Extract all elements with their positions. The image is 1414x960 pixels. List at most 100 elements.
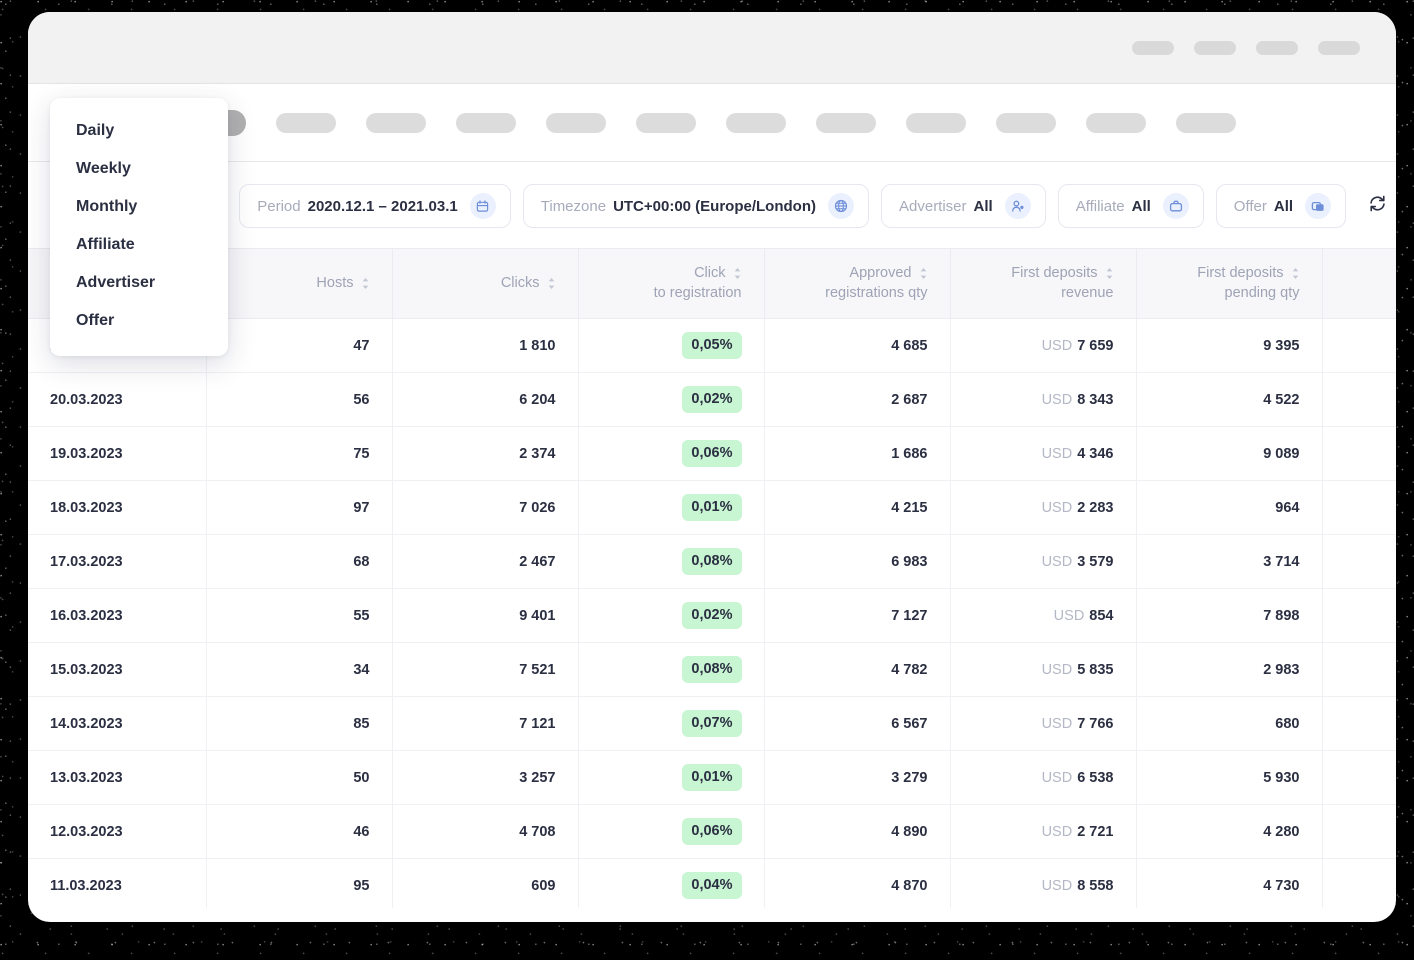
cell-clicks: 7 521 <box>392 643 578 697</box>
cell-date: 18.03.2023 <box>28 481 206 535</box>
table-row[interactable]: 17.03.2023682 4670,08%6 983USD3 5793 714 <box>28 535 1396 589</box>
refresh-button[interactable]: R <box>1368 194 1396 218</box>
column-header-hosts[interactable]: Hosts <box>206 249 392 319</box>
dropdown-option-weekly[interactable]: Weekly <box>50 150 228 188</box>
cell-hosts: 46 <box>206 805 392 859</box>
sort-icon[interactable] <box>919 267 928 280</box>
column-subtitle-reg: registrations qty <box>787 284 928 304</box>
cell-date: 12.03.2023 <box>28 805 206 859</box>
cell-reg: 1 686 <box>764 427 950 481</box>
dropdown-option-daily[interactable]: Daily <box>50 112 228 150</box>
cell-click-to-registration: 0,02% <box>578 589 764 643</box>
nav-tab-2[interactable] <box>366 113 426 133</box>
filter-chip-offer[interactable]: OfferAll <box>1216 184 1346 228</box>
cell-last <box>1322 805 1396 859</box>
cell-reg: 4 215 <box>764 481 950 535</box>
dropdown-option-affiliate[interactable]: Affiliate <box>50 226 228 264</box>
table-row[interactable]: 19.03.2023752 3740,06%1 686USD4 3469 089 <box>28 427 1396 481</box>
cell-date: 15.03.2023 <box>28 643 206 697</box>
column-header-last: Fto <box>1322 249 1396 319</box>
sort-icon[interactable] <box>1105 267 1114 280</box>
percentage-badge: 0,08% <box>682 548 741 575</box>
offer-icon <box>1305 193 1331 219</box>
dropdown-option-monthly[interactable]: Monthly <box>50 188 228 226</box>
cell-fdpend: 3 714 <box>1136 535 1322 589</box>
cell-first-deposits-revenue: USD854 <box>950 589 1136 643</box>
table-row[interactable]: 20.03.2023566 2040,02%2 687USD8 3434 522 <box>28 373 1396 427</box>
column-title-ctr: Click <box>694 264 725 284</box>
column-subtitle-fdrev: revenue <box>973 284 1114 304</box>
filter-chip-period[interactable]: Period2020.12.1 – 2021.03.1 <box>239 184 511 228</box>
currency-label: USD <box>1042 716 1073 732</box>
column-header-ctr[interactable]: Clickto registration <box>578 249 764 319</box>
nav-tab-7[interactable] <box>816 113 876 133</box>
sort-icon[interactable] <box>547 277 556 290</box>
cell-click-to-registration: 0,01% <box>578 481 764 535</box>
nav-tab-8[interactable] <box>906 113 966 133</box>
table-row[interactable]: 11.03.2023956090,04%4 870USD8 5584 730 <box>28 859 1396 909</box>
cell-fdpend: 7 898 <box>1136 589 1322 643</box>
nav-tab-4[interactable] <box>546 113 606 133</box>
column-header-fdrev[interactable]: First depositsrevenue <box>950 249 1136 319</box>
filter-label-timezone: Timezone <box>541 198 606 215</box>
sort-icon[interactable] <box>1291 267 1300 280</box>
cell-fdpend: 964 <box>1136 481 1322 535</box>
filter-chip-advertiser[interactable]: AdvertiserAll <box>881 184 1046 228</box>
table-row[interactable]: 16.03.2023559 4010,02%7 127USD8547 898 <box>28 589 1396 643</box>
data-table-container[interactable]: HostsClicksClickto registrationApprovedr… <box>28 248 1396 908</box>
dropdown-option-advertiser[interactable]: Advertiser <box>50 264 228 302</box>
cell-fdpend: 5 930 <box>1136 751 1322 805</box>
cell-hosts: 97 <box>206 481 392 535</box>
dropdown-option-offer[interactable]: Offer <box>50 302 228 340</box>
amount-value: 7 766 <box>1077 716 1113 732</box>
table-row[interactable]: 21.03.2023471 8100,05%4 685USD7 6599 395 <box>28 319 1396 373</box>
nav-tab-5[interactable] <box>636 113 696 133</box>
percentage-badge: 0,08% <box>682 656 741 683</box>
currency-label: USD <box>1042 392 1073 408</box>
column-title-fdpend: First deposits <box>1197 264 1283 284</box>
percentage-badge: 0,07% <box>682 710 741 737</box>
user-icon <box>1005 193 1031 219</box>
cell-first-deposits-revenue: USD8 343 <box>950 373 1136 427</box>
nav-tab-1[interactable] <box>276 113 336 133</box>
cell-reg: 4 685 <box>764 319 950 373</box>
titlebar-pill <box>1194 41 1236 55</box>
cell-clicks: 6 204 <box>392 373 578 427</box>
sort-icon[interactable] <box>361 277 370 290</box>
cell-hosts: 56 <box>206 373 392 427</box>
column-header-fdpend[interactable]: First depositspending qty <box>1136 249 1322 319</box>
nav-tab-3[interactable] <box>456 113 516 133</box>
cell-hosts: 50 <box>206 751 392 805</box>
based-on-dropdown-menu[interactable]: DailyWeeklyMonthlyAffiliateAdvertiserOff… <box>50 98 228 356</box>
amount-value: 7 659 <box>1077 338 1113 354</box>
cell-click-to-registration: 0,04% <box>578 859 764 909</box>
cell-last <box>1322 697 1396 751</box>
table-row[interactable]: 14.03.2023857 1210,07%6 567USD7 766680 <box>28 697 1396 751</box>
nav-tab-6[interactable] <box>726 113 786 133</box>
cell-click-to-registration: 0,05% <box>578 319 764 373</box>
table-row[interactable]: 18.03.2023977 0260,01%4 215USD2 283964 <box>28 481 1396 535</box>
column-header-reg[interactable]: Approvedregistrations qty <box>764 249 950 319</box>
cell-last <box>1322 427 1396 481</box>
cell-fdpend: 4 522 <box>1136 373 1322 427</box>
nav-tab-9[interactable] <box>996 113 1056 133</box>
cell-hosts: 85 <box>206 697 392 751</box>
cell-click-to-registration: 0,08% <box>578 643 764 697</box>
percentage-badge: 0,01% <box>682 494 741 521</box>
nav-tab-11[interactable] <box>1176 113 1236 133</box>
table-row[interactable]: 13.03.2023503 2570,01%3 279USD6 5385 930 <box>28 751 1396 805</box>
filter-chip-timezone[interactable]: TimezoneUTC+00:00 (Europe/London) <box>523 184 869 228</box>
table-row[interactable]: 15.03.2023347 5210,08%4 782USD5 8352 983 <box>28 643 1396 697</box>
cell-last <box>1322 373 1396 427</box>
filter-chip-affiliate[interactable]: AffiliateAll <box>1058 184 1204 228</box>
nav-tab-10[interactable] <box>1086 113 1146 133</box>
column-subtitle-last: to <box>1345 284 1397 304</box>
filter-value-affiliate: All <box>1132 198 1151 215</box>
cell-last <box>1322 535 1396 589</box>
sort-icon[interactable] <box>733 267 742 280</box>
cell-click-to-registration: 0,07% <box>578 697 764 751</box>
column-title-reg: Approved <box>849 264 911 284</box>
table-row[interactable]: 12.03.2023464 7080,06%4 890USD2 7214 280 <box>28 805 1396 859</box>
column-header-clicks[interactable]: Clicks <box>392 249 578 319</box>
titlebar-pill <box>1132 41 1174 55</box>
